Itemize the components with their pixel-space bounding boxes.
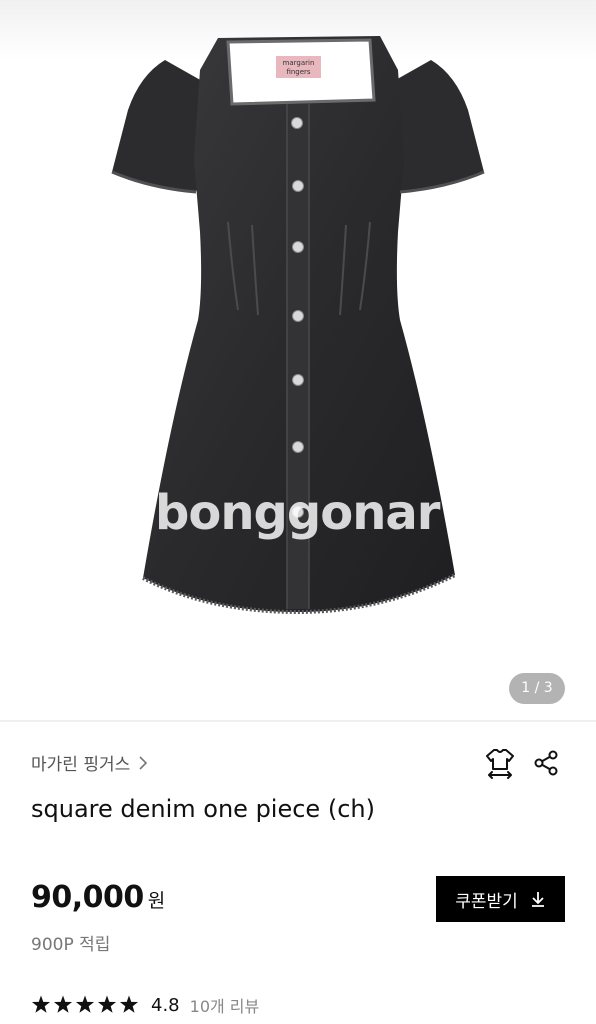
star-icon <box>53 995 73 1013</box>
chevron-right-icon <box>139 755 148 770</box>
price: 90,000 원 <box>31 880 165 915</box>
brand-name: 마가린 핑거스 <box>31 755 131 775</box>
image-counter: 1 / 3 <box>509 673 565 704</box>
dress-tag-text-1: margarin <box>283 59 315 67</box>
rating-summary[interactable]: 4.8 10개 리뷰 <box>31 993 259 1017</box>
brand-link[interactable]: 마가린 핑거스 <box>31 750 150 775</box>
star-icon <box>97 995 117 1013</box>
price-currency: 원 <box>147 890 166 912</box>
star-rating <box>31 995 141 1015</box>
star-icon <box>119 995 139 1013</box>
product-image-dress: margarin fingers <box>111 36 485 615</box>
dress-tag-text-2: fingers <box>286 68 310 76</box>
star-icon <box>75 995 95 1013</box>
share-icon <box>534 750 558 776</box>
review-count[interactable]: 10개 리뷰 <box>190 993 260 1017</box>
star-icons <box>31 995 139 1013</box>
image-watermark: bonggonar <box>155 485 440 541</box>
download-icon <box>531 892 544 907</box>
coupon-download-button[interactable]: 쿠폰받기 <box>436 876 565 922</box>
product-title: square denim one piece (ch) <box>31 795 375 823</box>
size-guide-button[interactable] <box>482 745 518 781</box>
share-button[interactable] <box>528 745 564 781</box>
coupon-label: 쿠폰받기 <box>455 891 518 912</box>
product-image-gallery[interactable]: margarin fingers bonggonar 1 / 3 <box>0 0 596 720</box>
reward-points: 900P 적립 <box>31 935 111 955</box>
section-divider <box>0 720 596 722</box>
rating-value: 4.8 <box>151 994 180 1016</box>
tshirt-size-icon <box>486 749 514 779</box>
price-value: 90,000 <box>31 880 144 915</box>
star-icon <box>31 995 51 1013</box>
